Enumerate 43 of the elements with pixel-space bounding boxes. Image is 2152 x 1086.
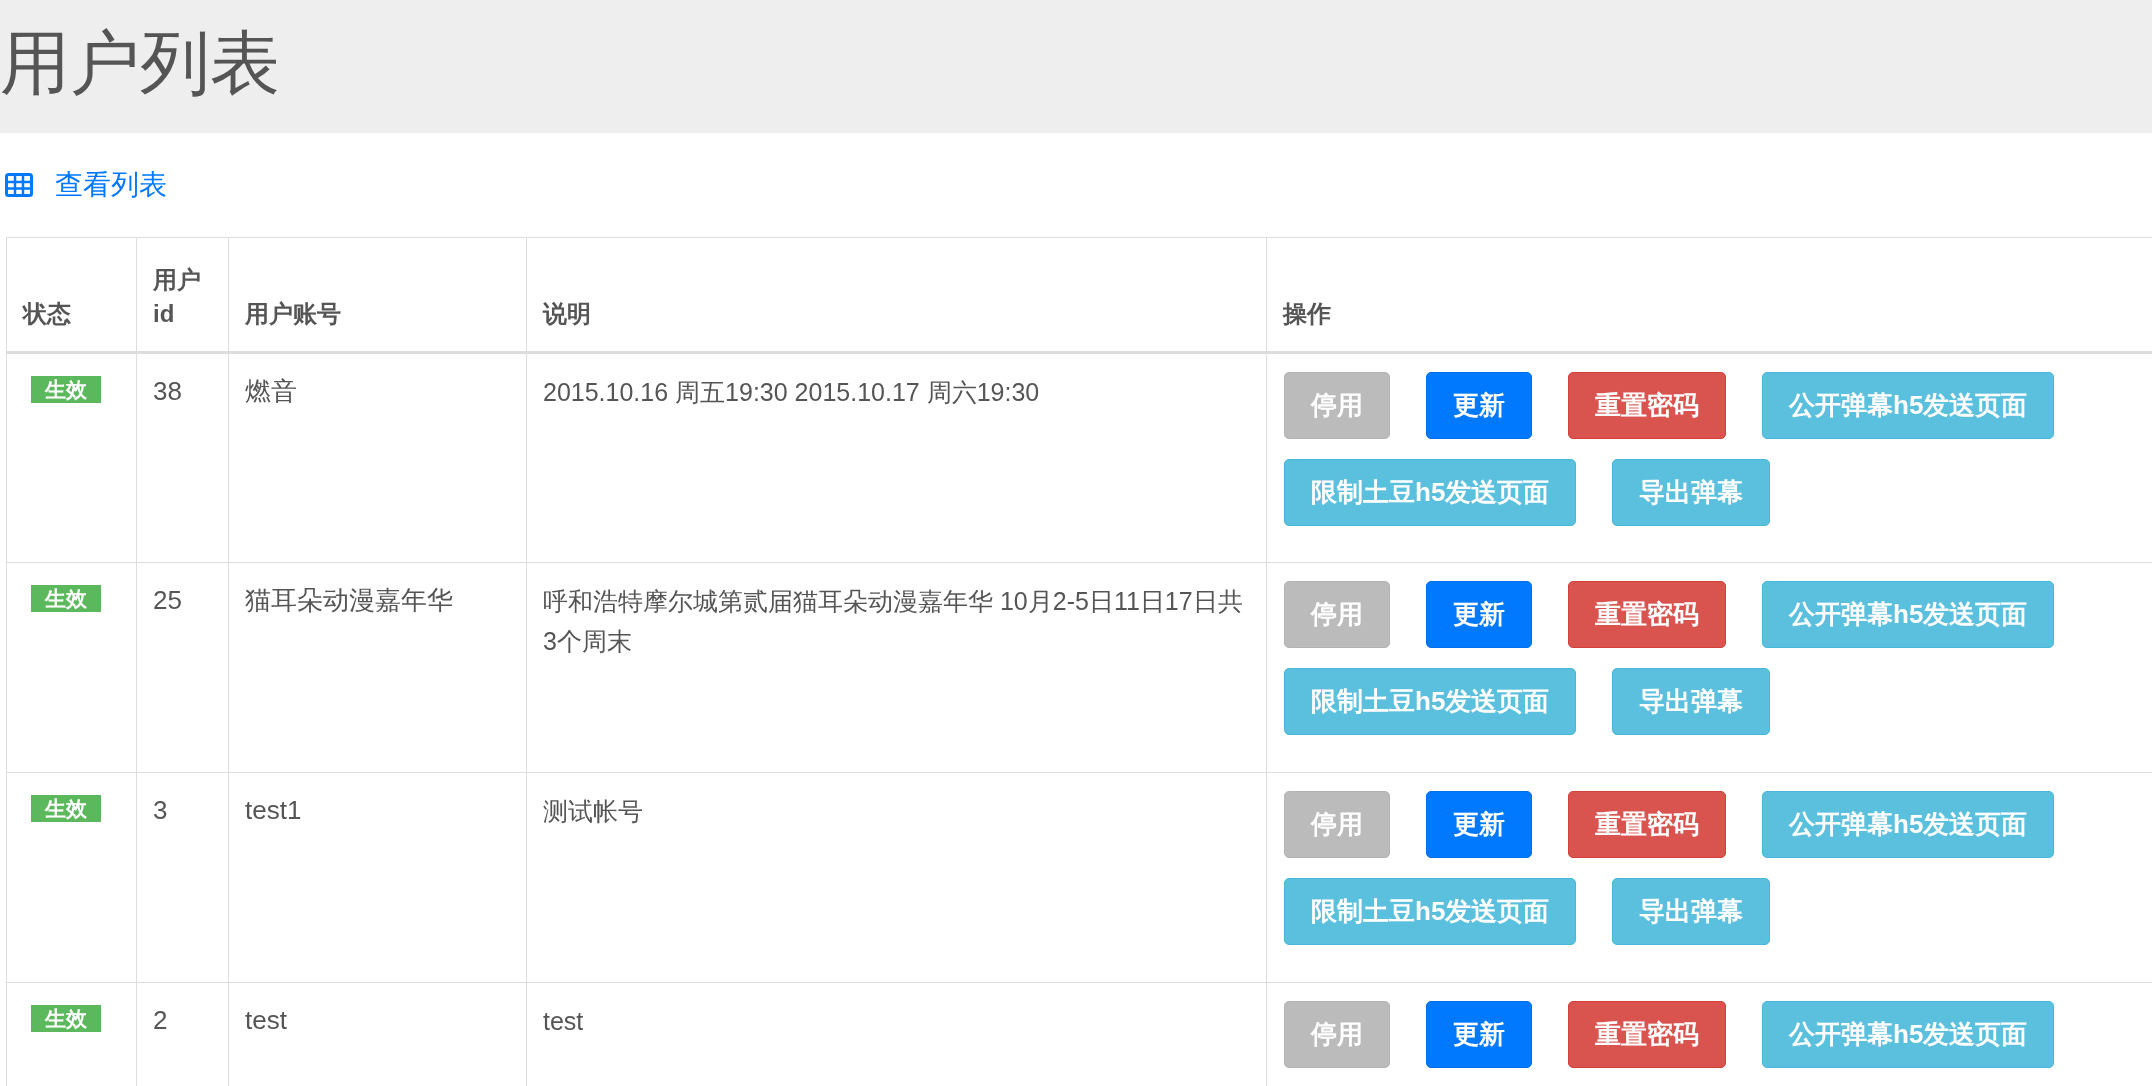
action-button[interactable]: 限制土豆h5发送页面	[1284, 668, 1577, 735]
action-button[interactable]: 更新	[1426, 581, 1532, 648]
action-button[interactable]: 重置密码	[1568, 791, 1726, 858]
column-header: 操作	[1266, 237, 2152, 353]
status-badge: 生效	[31, 795, 101, 822]
column-header: 用户 id	[136, 237, 229, 353]
action-button[interactable]: 导出弹幕	[1612, 668, 1771, 735]
action-button[interactable]: 停用	[1284, 1001, 1390, 1068]
action-button[interactable]: 公开弹幕h5发送页面	[1762, 581, 2055, 648]
status-badge: 生效	[31, 585, 101, 612]
action-button[interactable]: 更新	[1426, 1001, 1532, 1068]
action-button[interactable]: 停用	[1284, 791, 1390, 858]
column-header: 说明	[526, 237, 1267, 353]
action-button[interactable]: 更新	[1426, 372, 1532, 439]
action-button[interactable]: 重置密码	[1568, 581, 1726, 648]
table-cell: 测试帐号	[526, 772, 1267, 983]
action-button[interactable]: 重置密码	[1568, 372, 1726, 439]
action-button[interactable]: 限制土豆h5发送页面	[1284, 878, 1577, 945]
action-button[interactable]: 重置密码	[1568, 1001, 1726, 1068]
action-button[interactable]: 停用	[1284, 581, 1390, 648]
page-title: 用户列表	[0, 27, 280, 98]
status-badge: 生效	[31, 376, 101, 403]
table-cell: 呼和浩特摩尔城第贰届猫耳朵动漫嘉年华 10月2-5日11日17日共3个周末	[526, 562, 1267, 773]
table-cell: 25	[136, 562, 229, 773]
table-cell: 38	[136, 352, 229, 563]
table-cell: 燃音	[228, 352, 527, 563]
table-cell: 3	[136, 772, 229, 983]
column-header: 用户账号	[228, 237, 527, 353]
action-button[interactable]: 停用	[1284, 372, 1390, 439]
view-list-link[interactable]: 查看列表	[55, 164, 167, 206]
action-button[interactable]: 更新	[1426, 791, 1532, 858]
action-button[interactable]: 公开弹幕h5发送页面	[1762, 372, 2055, 439]
action-button[interactable]: 导出弹幕	[1612, 459, 1771, 526]
table-cell: 猫耳朵动漫嘉年华	[228, 562, 527, 773]
status-badge: 生效	[31, 1005, 101, 1032]
column-header: 状态	[6, 237, 137, 353]
action-button[interactable]: 限制土豆h5发送页面	[1284, 459, 1577, 526]
action-button[interactable]: 公开弹幕h5发送页面	[1762, 791, 2055, 858]
action-button[interactable]: 导出弹幕	[1612, 878, 1771, 945]
action-button[interactable]: 公开弹幕h5发送页面	[1762, 1001, 2055, 1068]
table-cell: 2015.10.16 周五19:30 2015.10.17 周六19:30	[526, 352, 1267, 563]
table-cell: test1	[228, 772, 527, 983]
table-icon	[5, 173, 33, 197]
